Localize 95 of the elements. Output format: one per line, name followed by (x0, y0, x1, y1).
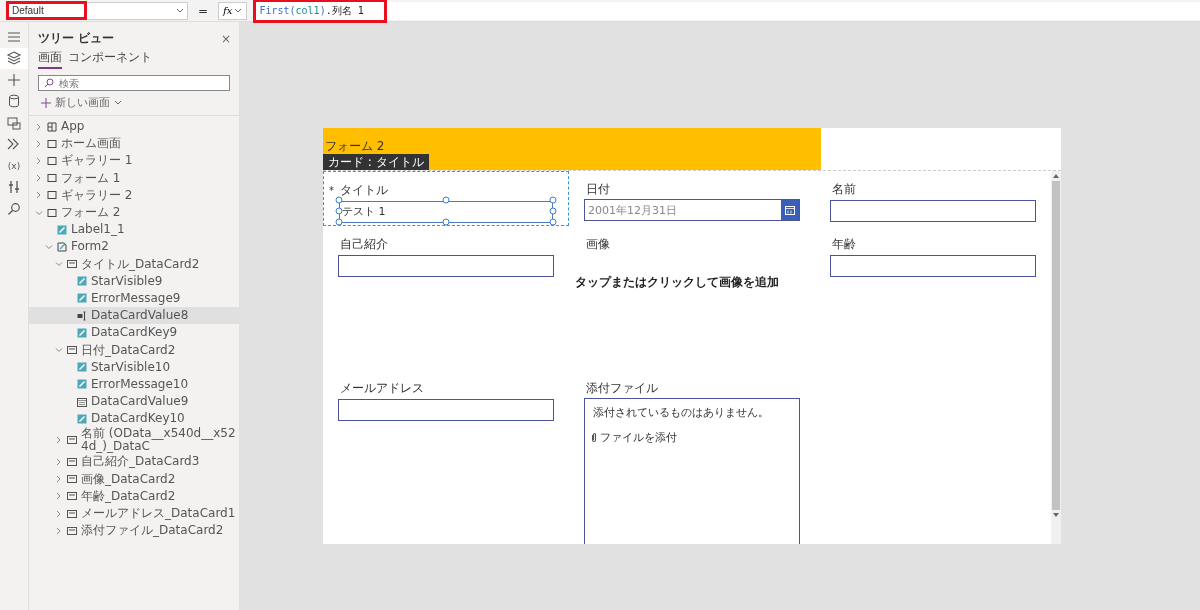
field-label: 日付 (586, 180, 610, 198)
edit-icon (77, 379, 87, 390)
tree-item[interactable]: ErrorMessage10 (29, 375, 239, 393)
screen-icon (47, 138, 57, 149)
tab[interactable]: 画面 (38, 49, 62, 69)
tree-item[interactable]: DataCardValue8 (29, 307, 239, 325)
image-add-prompt[interactable]: タップまたはクリックして画像を追加 (575, 273, 779, 291)
card-icon (67, 508, 77, 519)
chevron-down-icon (55, 346, 63, 355)
tree-item[interactable]: DataCardKey10 (29, 410, 239, 428)
screen-icon (47, 173, 57, 184)
tree-item[interactable]: ギャラリー 1 (29, 152, 239, 170)
close-button[interactable]: × (220, 31, 231, 46)
tree-item[interactable]: ErrorMessage9 (29, 289, 239, 308)
tree-item[interactable]: ホーム画面 (29, 135, 239, 153)
required-marker: * (329, 184, 334, 196)
search-icon (44, 78, 54, 88)
tree-item[interactable]: メールアドレス_DataCard1 (29, 504, 239, 523)
text-input-icon (77, 310, 87, 321)
form-title: フォーム 2 (325, 139, 385, 153)
field-label: 自己紹介 (340, 235, 388, 253)
card-icon (67, 525, 77, 536)
attach-file-link[interactable]: ファイルを添付 (591, 430, 791, 445)
chevron-down-icon (234, 7, 243, 14)
text-field[interactable] (830, 199, 1036, 222)
tree-item[interactable]: 添付ファイル_DataCard2 (29, 522, 239, 540)
form-icon (57, 241, 67, 252)
date-picker[interactable]: 2001年12月31日 (584, 199, 800, 221)
scrollbar[interactable] (1051, 171, 1061, 544)
field-label: 添付ファイル (586, 379, 658, 397)
search-field[interactable]: 検索 (38, 75, 230, 91)
edit-icon (57, 224, 67, 235)
chevron-down-icon (176, 7, 184, 14)
tree-item[interactable]: StarVisible9 (29, 272, 239, 290)
tree-item[interactable]: 年齢_DataCard2 (29, 487, 239, 505)
card-icon (67, 474, 77, 485)
edit-icon (77, 293, 87, 304)
tree-item[interactable]: フォーム 1 (29, 169, 239, 187)
paperclip-icon (591, 432, 597, 443)
tree-item[interactable]: DataCardKey9 (29, 324, 239, 342)
tree-item[interactable]: フォーム 2 (29, 203, 239, 222)
field-label: 画像 (586, 235, 610, 253)
new-screen-button[interactable]: 新しい画面 (29, 91, 239, 116)
card-icon (67, 456, 77, 467)
tree-item[interactable]: App (29, 118, 239, 136)
edit-icon (77, 276, 87, 287)
tree-item[interactable]: 自己紹介_DataCard3 (29, 453, 239, 471)
card-icon (67, 435, 77, 446)
tree-item[interactable]: StarVisible10 (29, 358, 239, 376)
tree-item[interactable]: 日付_DataCard2 (29, 341, 239, 359)
text-field[interactable] (338, 398, 554, 421)
screen-icon (47, 190, 57, 201)
tree-item[interactable]: DataCardValue9 (29, 393, 239, 411)
screen-icon (47, 155, 57, 166)
tree-item[interactable]: Form2 (29, 238, 239, 256)
scroll-down-icon (1053, 513, 1059, 517)
property-dropdown[interactable]: Default (6, 1, 188, 20)
text-field[interactable] (830, 254, 1036, 277)
plus-icon (41, 97, 51, 108)
calendar-icon (77, 396, 87, 407)
calendar-icon (785, 205, 795, 215)
tree-item[interactable]: 名前 (OData__x540d__x524d_)_DataC (29, 427, 239, 454)
card-icon (67, 345, 77, 356)
card-icon (67, 259, 77, 270)
app-icon (47, 121, 57, 132)
chevron-down-icon (114, 99, 122, 106)
text-field[interactable] (338, 254, 554, 277)
field-label: メールアドレス (340, 379, 424, 397)
screen-icon (47, 207, 57, 218)
edit-icon (77, 362, 87, 373)
tree-item[interactable]: Label1_1 (29, 221, 239, 239)
tab[interactable]: コンポーネント (68, 49, 152, 69)
chevron-down-icon (35, 208, 43, 217)
field-label: 年齢 (832, 235, 856, 253)
tree-item[interactable]: タイトル_DataCard2 (29, 255, 239, 273)
scroll-up-icon (1053, 174, 1059, 178)
chevron-right-icon (55, 436, 63, 445)
empty-message: 添付されているものはありません。 (593, 405, 770, 420)
variables-button[interactable]: (x) (7, 160, 21, 171)
function-button[interactable]: fx (218, 1, 248, 20)
text-field[interactable]: テスト 1 (339, 200, 553, 223)
field-label: 名前 (832, 180, 856, 198)
tree-item[interactable]: ギャラリー 2 (29, 186, 239, 204)
field-label: タイトル (340, 181, 388, 199)
scrollbar-thumb[interactable] (1052, 181, 1060, 510)
tree-item[interactable]: 画像_DataCard2 (29, 470, 239, 488)
panel-title: ツリー ビュー (38, 30, 115, 47)
resize-handle[interactable] (442, 196, 450, 204)
edit-icon (77, 327, 87, 338)
card-icon (67, 491, 77, 502)
tooltip: カード : タイトル (323, 154, 429, 170)
formula-text[interactable]: First(col1).列名 1 (253, 0, 387, 23)
equals-sign: = (198, 3, 209, 18)
resize-handle[interactable] (442, 218, 450, 226)
edit-icon (77, 413, 87, 424)
